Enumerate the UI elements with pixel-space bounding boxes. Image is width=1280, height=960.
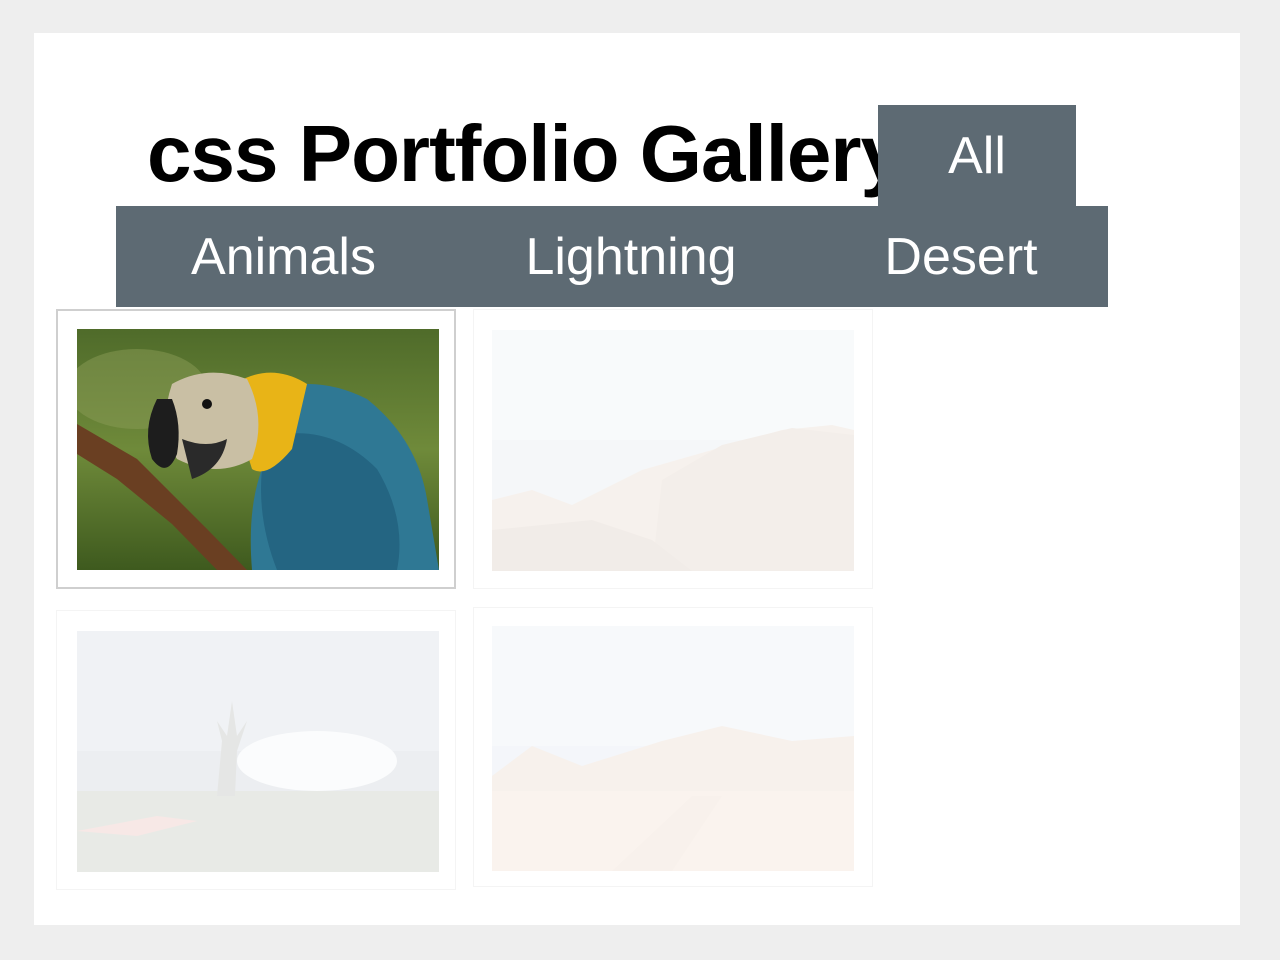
filter-lightning-button[interactable]: Lightning bbox=[501, 206, 761, 307]
parrot-photo bbox=[77, 329, 439, 570]
filter-all-button[interactable]: All bbox=[878, 105, 1076, 206]
gallery-tile-desert-plain[interactable] bbox=[473, 607, 873, 887]
page-title: css Portfolio Gallery bbox=[147, 109, 905, 198]
lightning-tree-photo bbox=[77, 631, 439, 872]
filter-bar: Animals Lightning Desert bbox=[116, 206, 1108, 307]
desert-rock-photo bbox=[492, 330, 854, 571]
gallery-tile-lightning[interactable] bbox=[56, 610, 456, 890]
filter-desert-button[interactable]: Desert bbox=[856, 206, 1066, 307]
filter-animals-button[interactable]: Animals bbox=[166, 206, 401, 307]
desert-plain-photo bbox=[492, 626, 854, 871]
gallery-tile-parrot[interactable] bbox=[56, 309, 456, 589]
gallery-tile-desert-rock[interactable] bbox=[473, 309, 873, 589]
